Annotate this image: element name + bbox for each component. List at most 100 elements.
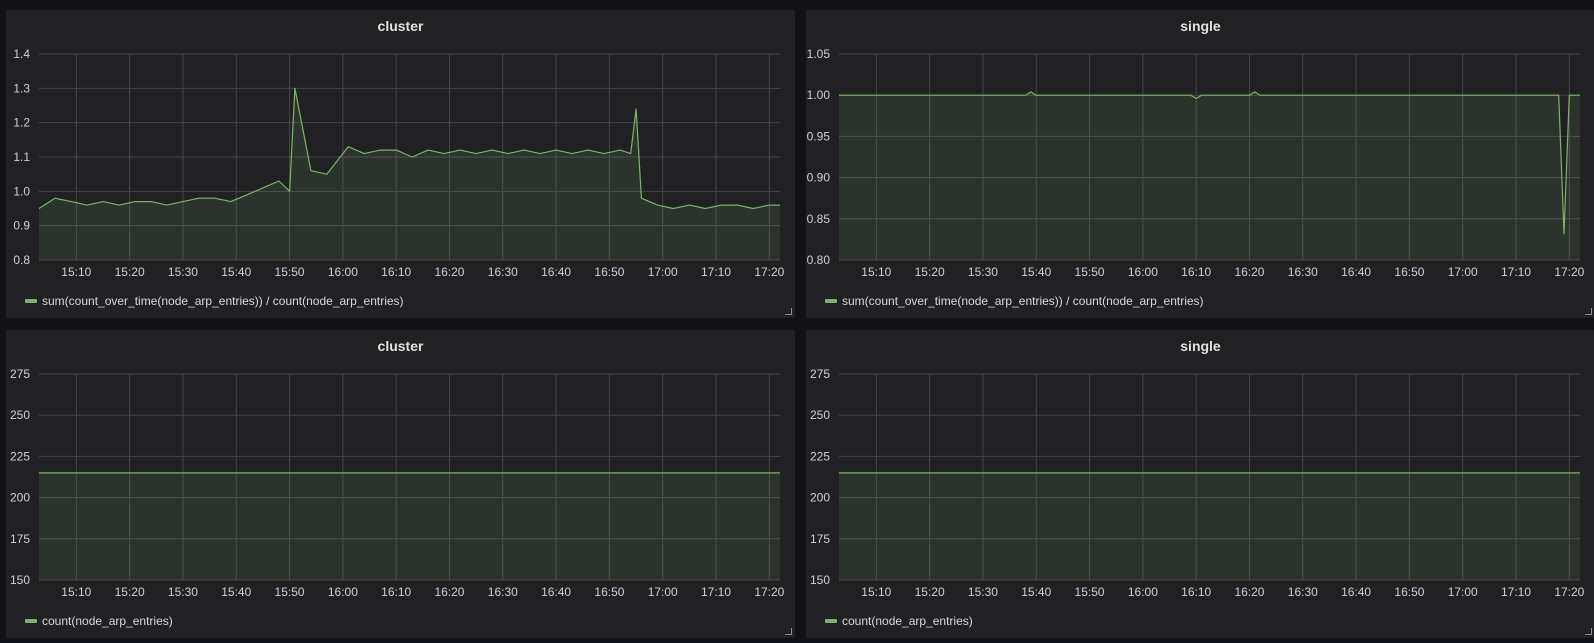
x-tick-label: 15:30 — [968, 265, 998, 279]
y-tick-label: 275 — [10, 367, 30, 381]
x-tick-label: 16:40 — [1341, 585, 1371, 599]
legend-item[interactable]: count(node_arp_entries) — [25, 614, 173, 628]
y-tick-label: 250 — [810, 408, 830, 422]
x-tick-label: 17:20 — [1554, 265, 1584, 279]
x-tick-label: 16:20 — [1234, 265, 1264, 279]
y-tick-label: 1.1 — [13, 150, 30, 164]
x-tick-label: 16:20 — [434, 265, 464, 279]
chart-plot: 0.80 0.85 0.90 0.95 1.00 1.05 15:10 15:20 15:30 1… — [807, 47, 1585, 279]
resize-handle[interactable] — [1585, 308, 1592, 315]
x-tick-label: 15:10 — [861, 585, 891, 599]
series-area-fill — [39, 88, 780, 260]
chart-plot: 150 175 200 225 250 275 15:10 15:20 15:30 15:40 15… — [810, 367, 1585, 599]
y-tick-label: 0.80 — [807, 253, 830, 267]
x-tick-label: 17:20 — [1554, 585, 1584, 599]
y-tick-label: 175 — [810, 532, 830, 546]
y-tick-label: 1.4 — [13, 47, 30, 61]
x-tick-label: 17:10 — [1501, 265, 1531, 279]
x-tick-label: 17:10 — [1501, 585, 1531, 599]
chart-plot: 150 175 200 225 250 275 15:10 15:20 15:30 15:40 15… — [10, 367, 785, 599]
legend-label: count(node_arp_entries) — [842, 614, 973, 628]
y-tick-label: 0.85 — [807, 212, 830, 226]
x-tick-label: 15:50 — [275, 265, 305, 279]
x-tick-label: 16:30 — [1288, 265, 1318, 279]
x-tick-label: 16:10 — [1181, 585, 1211, 599]
y-tick-label: 200 — [10, 491, 30, 505]
resize-handle[interactable] — [1585, 628, 1592, 635]
x-tick-label: 15:20 — [115, 585, 145, 599]
x-tick-label: 16:00 — [328, 585, 358, 599]
y-tick-label: 1.05 — [807, 47, 830, 61]
legend-item[interactable]: sum(count_over_time(node_arp_entries)) /… — [25, 294, 404, 308]
x-tick-label: 16:20 — [1234, 585, 1264, 599]
y-tick-label: 275 — [810, 367, 830, 381]
x-tick-label: 17:10 — [701, 585, 731, 599]
x-tick-label: 15:20 — [915, 585, 945, 599]
x-tick-label: 17:20 — [754, 265, 784, 279]
y-tick-label: 200 — [810, 491, 830, 505]
y-tick-label: 0.8 — [13, 253, 30, 267]
y-tick-label: 175 — [10, 532, 30, 546]
y-tick-label: 0.90 — [807, 171, 830, 185]
x-tick-label: 15:40 — [221, 585, 251, 599]
x-tick-label: 17:00 — [648, 585, 678, 599]
y-tick-label: 1.0 — [13, 184, 30, 198]
x-tick-label: 15:50 — [1075, 265, 1105, 279]
y-tick-label: 0.9 — [13, 219, 30, 233]
x-tick-label: 16:50 — [594, 585, 624, 599]
legend-color-swatch — [25, 299, 37, 303]
legend-item[interactable]: count(node_arp_entries) — [825, 614, 973, 628]
chart-plot: 0.8 0.9 1.0 1.1 1.2 1.3 1.4 15:10 15:20 15:30 15:4… — [13, 47, 784, 279]
x-tick-label: 16:30 — [488, 585, 518, 599]
x-tick-label: 16:00 — [1128, 585, 1158, 599]
y-tick-label: 150 — [810, 573, 830, 587]
x-tick-label: 15:50 — [275, 585, 305, 599]
panel-single-ratio: single 0.80 0.85 0.90 0.95 1.00 1.05 15:10 15:2… — [806, 10, 1594, 318]
x-tick-label: 16:10 — [381, 585, 411, 599]
resize-handle[interactable] — [785, 308, 792, 315]
legend-item[interactable]: sum(count_over_time(node_arp_entries)) /… — [825, 294, 1204, 308]
legend-label: sum(count_over_time(node_arp_entries)) /… — [42, 294, 404, 308]
x-tick-label: 16:10 — [381, 265, 411, 279]
x-tick-label: 15:30 — [168, 265, 198, 279]
y-tick-label: 1.2 — [13, 116, 30, 130]
x-tick-label: 16:20 — [434, 585, 464, 599]
x-tick-label: 15:10 — [61, 585, 91, 599]
panel-cluster-ratio: cluster 0.8 0.9 1.0 1.1 1.2 1.3 1.4 15:10 15:20 1… — [6, 10, 795, 318]
x-tick-label: 16:50 — [594, 265, 624, 279]
x-tick-label: 17:10 — [701, 265, 731, 279]
x-tick-label: 15:20 — [115, 265, 145, 279]
panel-single-count: single 150 175 200 225 250 275 15:10 15:20 15:30… — [806, 330, 1594, 638]
legend-label: count(node_arp_entries) — [42, 614, 173, 628]
y-tick-label: 225 — [10, 449, 30, 463]
x-tick-label: 17:00 — [648, 265, 678, 279]
series-area-fill — [39, 472, 780, 580]
x-tick-label: 16:00 — [328, 265, 358, 279]
y-tick-label: 1.00 — [807, 88, 830, 102]
x-tick-label: 16:40 — [541, 585, 571, 599]
x-tick-label: 17:20 — [754, 585, 784, 599]
x-tick-label: 15:40 — [1021, 585, 1051, 599]
x-tick-label: 16:50 — [1394, 265, 1424, 279]
series-area-fill — [839, 472, 1580, 580]
x-tick-label: 15:20 — [915, 265, 945, 279]
x-tick-label: 15:10 — [61, 265, 91, 279]
x-tick-label: 17:00 — [1448, 265, 1478, 279]
resize-handle[interactable] — [785, 628, 792, 635]
x-tick-label: 15:30 — [968, 585, 998, 599]
legend-color-swatch — [825, 299, 837, 303]
legend-label: sum(count_over_time(node_arp_entries)) /… — [842, 294, 1204, 308]
x-tick-label: 16:40 — [1341, 265, 1371, 279]
legend-color-swatch — [25, 619, 37, 623]
x-tick-label: 16:40 — [541, 265, 571, 279]
y-tick-label: 250 — [10, 408, 30, 422]
x-tick-label: 15:40 — [1021, 265, 1051, 279]
x-tick-label: 15:40 — [221, 265, 251, 279]
x-tick-label: 16:30 — [488, 265, 518, 279]
x-tick-label: 16:00 — [1128, 265, 1158, 279]
x-tick-label: 16:50 — [1394, 585, 1424, 599]
y-tick-label: 1.3 — [13, 81, 30, 95]
series-area-fill — [839, 91, 1580, 261]
x-tick-label: 17:00 — [1448, 585, 1478, 599]
y-tick-label: 225 — [810, 449, 830, 463]
